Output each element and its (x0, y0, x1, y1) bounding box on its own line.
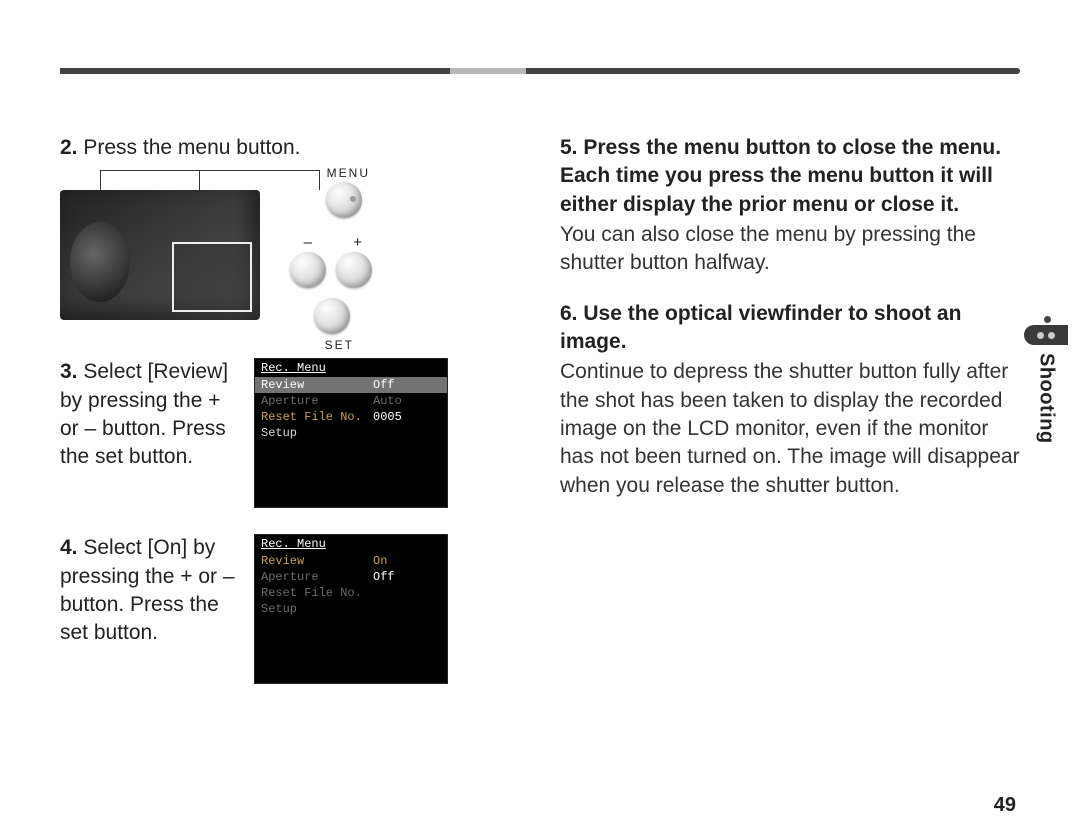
set-dial-icon (314, 298, 350, 334)
leader-line-2 (200, 170, 320, 190)
section-tab-label: Shooting (1035, 353, 1058, 444)
step-6-sub: Continue to depress the shutter button f… (560, 358, 1020, 500)
step-3-text: Select [Review] by pressing the + or – b… (60, 360, 228, 468)
menu1-row-reset: Reset File No.0005 (255, 409, 447, 425)
lcd-screenshot-1: Rec. Menu ReviewOff ApertureAuto Reset F… (254, 358, 448, 508)
camera-highlight-box (172, 242, 252, 312)
menu1-row-setup: Setup (255, 425, 447, 441)
page-number: 49 (994, 794, 1016, 817)
tab-pill-icon (1024, 325, 1068, 345)
step-2: 2. Press the menu button. (60, 134, 520, 162)
step-3: 3. Select [Review] by pressing the + or … (60, 358, 240, 471)
plus-label: + (353, 234, 364, 251)
lcd-screenshot-2: Rec. Menu ReviewOn ApertureOff Reset Fil… (254, 534, 448, 684)
header-rule (60, 68, 1020, 74)
leader-line (100, 170, 200, 190)
step-6: 6. Use the optical viewfinder to shoot a… (560, 300, 1020, 357)
camera-photo (60, 190, 260, 320)
menu1-row-review: ReviewOff (255, 377, 447, 393)
menu2-row-review: ReviewOn (255, 553, 447, 569)
minus-dial-icon (290, 252, 326, 288)
menu1-row-aperture: ApertureAuto (255, 393, 447, 409)
camera-illustration: MENU – + SET (60, 170, 390, 340)
section-tab: Shooting (1024, 344, 1068, 444)
menu-dial-icon (326, 182, 362, 218)
menu2-title: Rec. Menu (255, 535, 447, 553)
step-2-text: Press the menu button. (83, 136, 300, 159)
menu-label: MENU (327, 166, 370, 180)
step-4-number: 4. (60, 536, 78, 559)
menu1-title: Rec. Menu (255, 359, 447, 377)
menu2-row-aperture: ApertureOff (255, 569, 447, 585)
step-3-row: 3. Select [Review] by pressing the + or … (60, 358, 520, 508)
step-4-text: Select [On] by pressing the + or – butto… (60, 536, 235, 644)
step-5-bold: Press the menu button to close the menu.… (560, 136, 1001, 216)
step-6-number: 6. (560, 302, 578, 325)
step-2-number: 2. (60, 136, 78, 159)
tab-dot-icon (1044, 316, 1051, 323)
header-seg-light (450, 68, 526, 74)
step-6-bold: Use the optical viewfinder to shoot an i… (560, 302, 961, 353)
minus-label: – (304, 234, 314, 251)
step-5-number: 5. (560, 136, 578, 159)
set-label: SET (325, 338, 354, 352)
menu2-row-setup: Setup (255, 601, 447, 617)
step-3-number: 3. (60, 360, 78, 383)
header-seg-dark-2 (526, 68, 1020, 74)
step-4-row: 4. Select [On] by pressing the + or – bu… (60, 534, 520, 684)
header-seg-dark (60, 68, 450, 74)
step-5: 5. Press the menu button to close the me… (560, 134, 1020, 219)
plus-dial-icon (336, 252, 372, 288)
step-4: 4. Select [On] by pressing the + or – bu… (60, 534, 240, 647)
menu2-row-reset: Reset File No. (255, 585, 447, 601)
step-5-sub: You can also close the menu by pressing … (560, 221, 1020, 278)
